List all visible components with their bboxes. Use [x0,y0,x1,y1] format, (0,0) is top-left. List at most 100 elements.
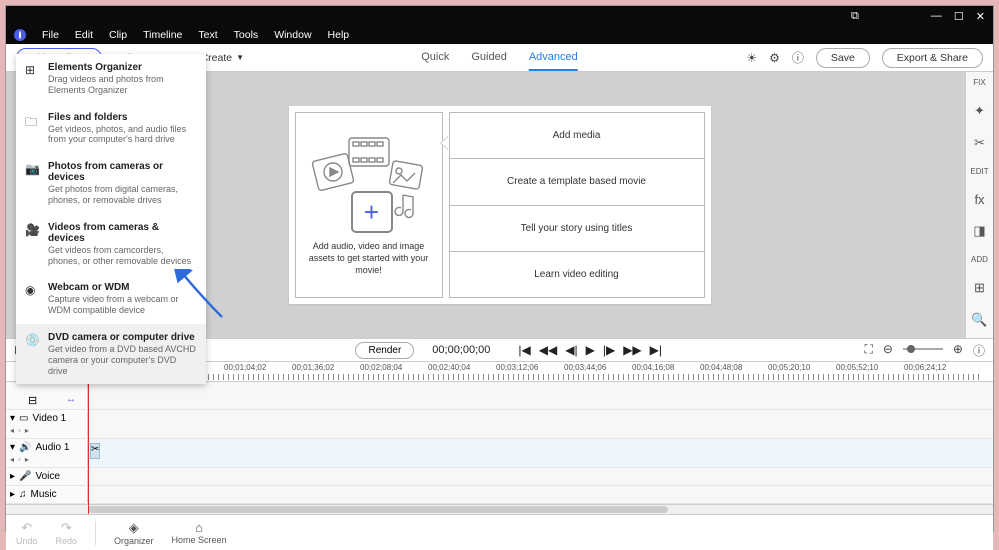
welcome-option-learn[interactable]: Learn video editing [449,252,705,298]
timeline-scrollbar[interactable] [6,504,993,514]
frame-back-icon[interactable]: ◀| [565,343,577,357]
menu-tools[interactable]: Tools [228,27,265,43]
close-icon[interactable]: ✕ [976,10,985,23]
tab-guided[interactable]: Guided [471,45,506,71]
window-titlebar: ⧉ — ☐ ✕ [6,6,993,26]
right-rail: FIX ✦ ✂ EDIT fx ◨ ADD ⊞ 🔍 ♫ ↶ [965,72,993,338]
track-music-label: Music [31,489,57,500]
rail-adjust-icon[interactable]: ✦ [974,103,985,119]
goto-start-icon[interactable]: |◀ [518,343,530,357]
home-screen-button[interactable]: ⌂Home Screen [172,520,227,545]
undo-button[interactable]: ↶Undo [16,520,38,546]
timeline-help-icon[interactable]: ⓘ [973,342,985,359]
camera-icon: 📷 [25,162,40,176]
tab-quick[interactable]: Quick [421,45,449,71]
add-plus-icon: + [351,191,393,233]
app-logo-icon [14,29,26,41]
ruler-tick: 00;02;08;04 [360,363,402,372]
organizer-button[interactable]: ◈Organizer [114,520,154,546]
goto-end-icon[interactable]: ▶| [650,343,662,357]
zoom-out-icon[interactable]: ⊖ [883,342,893,359]
speaker-icon: 🔊 [19,442,31,453]
brightness-icon[interactable]: ☀ [746,51,757,65]
zoom-slider[interactable] [903,348,943,350]
menu-help[interactable]: Help [322,27,356,43]
dropdown-item-organizer[interactable]: ⊞ Elements Organizer Drag videos and pho… [16,54,206,104]
audio-clip[interactable]: ✂ [90,443,100,459]
track-head-voice[interactable]: ▸🎤Voice [6,468,88,485]
timecode-display: 00;00;00;00 [432,344,490,356]
snap-arrow-icon: ↔ [66,394,76,405]
welcome-option-template[interactable]: Create a template based movie [449,159,705,205]
mic-icon: 🎤 [19,471,31,482]
add-media-dropdown: ⊞ Elements Organizer Drag videos and pho… [16,54,206,384]
mode-tabs: Quick Guided Advanced [421,45,578,71]
track-head-music[interactable]: ▸♫Music [6,486,88,503]
playhead-line [88,362,89,514]
tab-advanced[interactable]: Advanced [529,45,578,71]
track-voice-content[interactable] [88,468,993,485]
folder-icon: 🗀 [25,113,37,134]
rail-grid-icon[interactable]: ⊞ [974,280,985,296]
dropdown-item-files[interactable]: 🗀 Files and folders Get videos, photos, … [16,104,206,154]
redo-icon: ↷ [56,520,78,536]
menu-window[interactable]: Window [268,27,317,43]
welcome-caption: Add audio, video and image assets to get… [302,241,436,276]
dropdown-item-videos[interactable]: 🎥 Videos from cameras & devices Get vide… [16,214,206,275]
organizer-icon: ◈ [114,520,154,536]
rail-search-icon[interactable]: 🔍 [971,312,987,328]
step-fwd-icon[interactable]: ▶▶ [623,343,641,357]
ruler-tick: 00;04;16;08 [632,363,674,372]
menu-edit[interactable]: Edit [69,27,99,43]
ruler-tick: 00;01;04;02 [224,363,266,372]
welcome-option-add-media[interactable]: Add media [449,112,705,159]
redo-button[interactable]: ↷Redo [56,520,78,546]
info-icon[interactable]: ⓘ [792,49,804,66]
bottom-bar: ↶Undo ↷Redo ◈Organizer ⌂Home Screen [6,514,993,550]
track-head-video1[interactable]: ▾▭Video 1 ◂◦▸ [6,410,88,438]
dvd-icon: 💿 [25,333,40,347]
save-button[interactable]: Save [816,48,870,68]
create-button[interactable]: Create ▼ [201,52,244,64]
maximize-icon[interactable]: ☐ [954,10,964,23]
track-video1-content[interactable] [88,410,993,438]
render-button[interactable]: Render [355,342,414,359]
minimize-icon[interactable]: — [931,10,942,22]
dropdown-item-dvd[interactable]: 💿 DVD camera or computer drive Get video… [16,324,206,384]
rail-fx-icon[interactable]: fx [974,192,984,207]
ruler-tick: 00;04;48;08 [700,363,742,372]
rail-cut-icon[interactable]: ✂ [974,135,985,151]
track-audio1-content[interactable]: ✂ [88,439,993,467]
rail-fix-label: FIX [973,78,985,87]
fullscreen-icon[interactable]: ⛶ [864,342,872,359]
export-share-button[interactable]: Export & Share [882,48,983,68]
dropdown-item-photos[interactable]: 📷 Photos from cameras or devices Get pho… [16,153,206,214]
dropdown-item-webcam[interactable]: ◉ Webcam or WDM Capture video from a web… [16,274,206,324]
menu-clip[interactable]: Clip [103,27,133,43]
restore-icon[interactable]: ⧉ [851,10,859,23]
step-back-icon[interactable]: ◀◀ [539,343,557,357]
ruler-tick: 00;03;12;06 [496,363,538,372]
ruler-tick: 00;06;24;12 [904,363,946,372]
welcome-option-titles[interactable]: Tell your story using titles [449,206,705,252]
track-toggle-icon[interactable]: ⊟ [28,394,37,407]
zoom-in-icon[interactable]: ⊕ [953,342,963,359]
play-icon[interactable]: ▶ [586,343,595,357]
undo-icon: ↶ [16,520,38,536]
track-head-audio1[interactable]: ▾🔊Audio 1 ◂◦▸ [6,439,88,467]
chevron-right-icon: ▸ [10,489,15,500]
frame-fwd-icon[interactable]: |▶ [603,343,615,357]
gear-icon[interactable]: ⚙ [769,51,780,65]
transport-controls: |◀ ◀◀ ◀| ▶ |▶ ▶▶ ▶| [518,343,662,357]
chevron-down-icon: ▾ [10,442,15,453]
chevron-down-icon: ▼ [236,53,244,62]
track-music-content[interactable] [88,486,993,503]
ruler-tick: 00;02;40;04 [428,363,470,372]
organizer-icon: ⊞ [25,63,35,77]
menu-text[interactable]: Text [192,27,223,43]
menu-file[interactable]: File [36,27,65,43]
video-icon: 🎥 [25,223,40,237]
menu-timeline[interactable]: Timeline [137,27,188,43]
rail-pip-icon[interactable]: ◨ [973,223,985,239]
menubar: File Edit Clip Timeline Text Tools Windo… [6,26,993,44]
